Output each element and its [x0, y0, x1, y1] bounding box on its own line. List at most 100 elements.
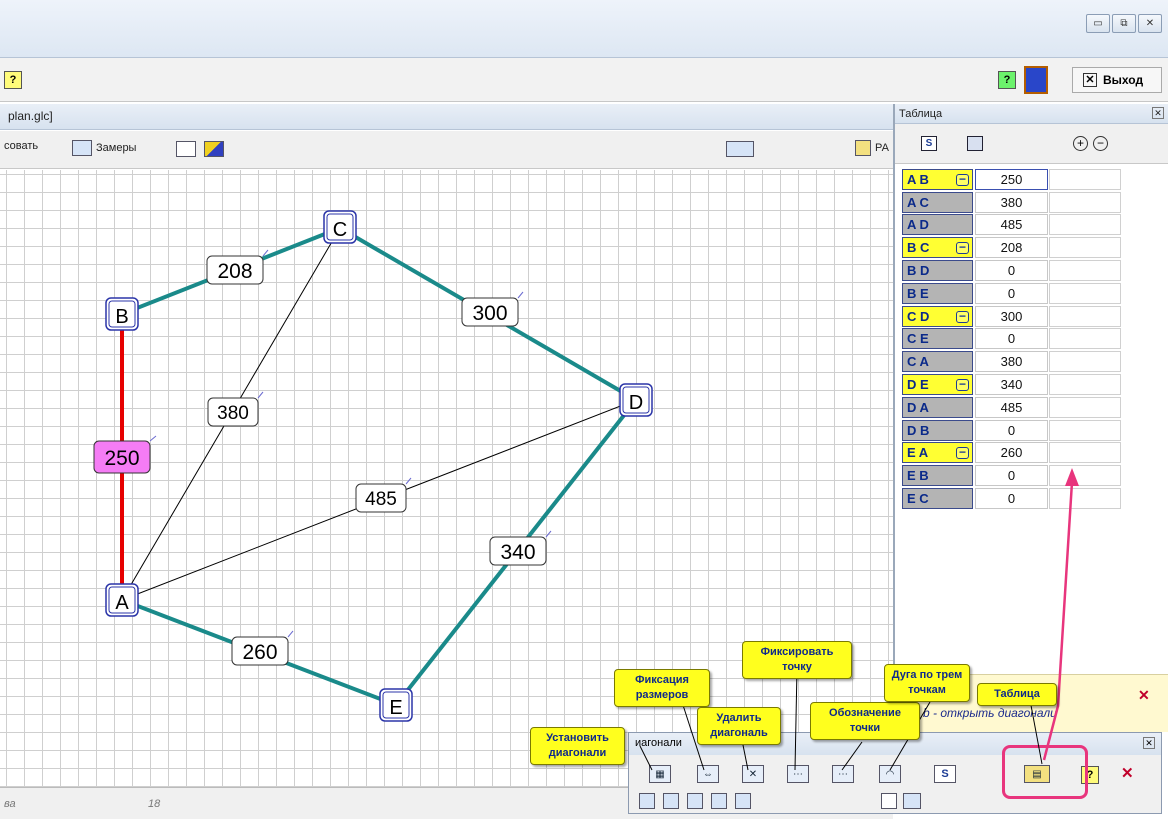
point-c[interactable]: C [323, 210, 357, 244]
restore-button[interactable]: ⧉ [1112, 14, 1136, 33]
checkbox[interactable] [881, 793, 897, 809]
hint-close-button[interactable]: ✕ [1138, 687, 1150, 704]
row-extra-cell[interactable] [1049, 419, 1121, 441]
row-extra-cell[interactable] [1049, 260, 1121, 282]
measures-button[interactable]: Замеры [72, 140, 136, 156]
arc-three-points-icon[interactable]: ◠ [879, 765, 901, 783]
minus-button[interactable]: − [1093, 136, 1108, 151]
help-icon[interactable]: ? [4, 71, 22, 89]
row-extra-cell[interactable] [1049, 328, 1121, 350]
edge-label-bc[interactable]: 208 [206, 249, 269, 285]
table-row[interactable]: E B 0 [902, 464, 1121, 487]
ra-button[interactable]: РА [855, 140, 889, 156]
row-extra-cell[interactable] [1049, 396, 1121, 418]
s-icon[interactable]: S [934, 765, 956, 783]
edge-label-ab[interactable]: 250 [93, 435, 157, 474]
drawing-canvas[interactable]: 250 208 300 340 260 380 485 A B C D E [0, 170, 893, 787]
row-name-cell[interactable]: E A − [902, 442, 973, 464]
grid-icon-a[interactable] [903, 793, 921, 809]
zoom-fit-icon[interactable] [735, 793, 751, 809]
edge-label-ac[interactable]: 380 [207, 391, 264, 427]
point-a[interactable]: A [105, 583, 139, 617]
row-name-cell[interactable]: A D [902, 214, 973, 236]
row-extra-cell[interactable] [1049, 214, 1121, 236]
row-value-cell[interactable]: 0 [975, 260, 1048, 282]
zoom-area-icon[interactable] [687, 793, 703, 809]
help-green-icon[interactable]: ? [998, 71, 1016, 89]
plus-button[interactable]: + [1073, 136, 1088, 151]
row-name-cell[interactable]: E C [902, 488, 973, 510]
row-value-cell[interactable]: 208 [975, 237, 1048, 259]
edge-label-ea[interactable]: 260 [231, 630, 294, 666]
set-diagonals-icon[interactable]: ▦ [649, 765, 671, 783]
unfix-icon[interactable]: − [956, 378, 969, 392]
point-label-icon[interactable]: ⋯ [832, 765, 854, 783]
table-row[interactable]: D A 485 [902, 396, 1121, 419]
table-row[interactable]: C E 0 [902, 328, 1121, 351]
row-value-cell[interactable]: 300 [975, 305, 1048, 327]
window-icon[interactable] [726, 141, 754, 157]
row-value-cell[interactable]: 0 [975, 282, 1048, 304]
diagonals-exit-button[interactable]: ✕ [1121, 764, 1134, 782]
table-row[interactable]: E C 0 [902, 487, 1121, 510]
close-window-button[interactable]: ✕ [1138, 14, 1162, 33]
row-name-cell[interactable]: D B [902, 419, 973, 441]
row-name-cell[interactable]: A C [902, 191, 973, 213]
row-name-cell[interactable]: C D − [902, 305, 973, 327]
color-fill-icon[interactable] [204, 141, 224, 157]
unfix-icon[interactable]: − [956, 310, 969, 323]
unfix-icon[interactable]: − [956, 446, 969, 460]
row-name-cell[interactable]: B D [902, 260, 973, 282]
row-extra-cell[interactable] [1049, 168, 1121, 190]
row-name-cell[interactable]: C A [902, 351, 973, 373]
delete-diagonal-icon[interactable]: ✕ [742, 765, 764, 783]
minimize-button[interactable]: ▭ [1086, 14, 1110, 33]
row-value-cell[interactable]: 260 [975, 442, 1048, 464]
row-extra-cell[interactable] [1049, 351, 1121, 373]
row-name-cell[interactable]: D E − [902, 374, 973, 396]
unfix-icon[interactable]: − [956, 173, 969, 186]
table-row[interactable]: A B −250 [902, 168, 1121, 191]
draw-button[interactable]: совать [4, 140, 38, 152]
row-name-cell[interactable]: D A [902, 396, 973, 418]
table-row[interactable]: B E 0 [902, 282, 1121, 305]
row-value-cell[interactable]: 0 [975, 328, 1048, 350]
table-row[interactable]: A C 380 [902, 191, 1121, 214]
zoom-in-icon[interactable] [639, 793, 655, 809]
row-value-cell[interactable]: 340 [975, 374, 1048, 396]
edge-label-de[interactable]: 340 [489, 530, 552, 566]
row-value-cell[interactable]: 0 [975, 465, 1048, 487]
exit-button[interactable]: ✕ Выход [1072, 67, 1162, 93]
diagonals-close-button[interactable]: ✕ [1143, 737, 1155, 749]
edge-label-cd[interactable]: 300 [461, 291, 524, 327]
row-extra-cell[interactable] [1049, 465, 1121, 487]
row-extra-cell[interactable] [1049, 237, 1121, 259]
table-row[interactable]: D B 0 [902, 419, 1121, 442]
point-d[interactable]: D [619, 383, 653, 417]
row-value-cell[interactable]: 380 [975, 351, 1048, 373]
row-value-cell[interactable]: 0 [975, 419, 1048, 441]
unfix-icon[interactable]: − [956, 241, 969, 255]
zoom-out-icon[interactable] [663, 793, 679, 809]
row-extra-cell[interactable] [1049, 374, 1121, 396]
row-name-cell[interactable]: A B − [902, 168, 973, 190]
row-extra-cell[interactable] [1049, 488, 1121, 510]
point-e[interactable]: E [379, 688, 413, 722]
grid-view-icon[interactable] [1024, 66, 1048, 94]
row-extra-cell[interactable] [1049, 191, 1121, 213]
s-button[interactable]: S [921, 136, 937, 151]
table-panel-close-button[interactable]: ✕ [1152, 107, 1164, 119]
row-name-cell[interactable]: B E [902, 282, 973, 304]
row-extra-cell[interactable] [1049, 282, 1121, 304]
row-name-cell[interactable]: E B [902, 465, 973, 487]
row-value-cell[interactable]: 485 [975, 214, 1048, 236]
zoom-refresh-icon[interactable] [711, 793, 727, 809]
row-value-cell[interactable]: 380 [975, 191, 1048, 213]
row-value-cell[interactable]: 0 [975, 488, 1048, 510]
table-row[interactable]: C D −300 [902, 305, 1121, 328]
table-row[interactable]: E A −260 [902, 442, 1121, 465]
row-extra-cell[interactable] [1049, 305, 1121, 327]
table-row[interactable]: B C −208 [902, 236, 1121, 259]
envelope-icon[interactable] [176, 141, 196, 157]
table-row[interactable]: A D 485 [902, 214, 1121, 237]
